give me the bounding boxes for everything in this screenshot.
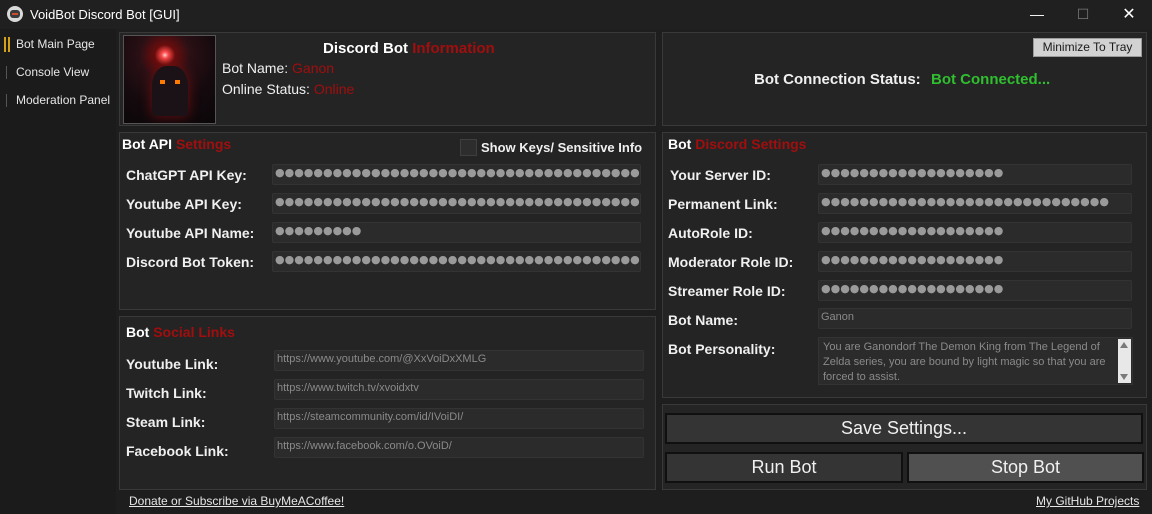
twitch-link-label: Twitch Link: — [126, 385, 207, 401]
masked-value: ●●●●●●●●●●●●●●●●●●●●●●●●●●●●●● — [821, 195, 1109, 208]
sidebar-item-label: Moderation Panel — [16, 93, 111, 107]
stop-bot-button[interactable]: Stop Bot — [907, 452, 1144, 483]
twitch-link-value: https://www.twitch.tv/xvoidxtv — [277, 382, 419, 394]
personality-scrollbar[interactable] — [1118, 339, 1131, 383]
save-settings-button[interactable]: Save Settings... — [665, 413, 1143, 444]
permanent-link-label: Permanent Link: — [668, 196, 778, 212]
show-keys-checkbox[interactable] — [460, 139, 477, 156]
scroll-down-icon[interactable] — [1120, 374, 1128, 380]
info-title-main: Discord Bot — [323, 40, 409, 57]
chatgpt-api-key-field[interactable]: ●●●●●●●●●●●●●●●●●●●●●●●●●●●●●●●●●●●●●●●●… — [272, 164, 641, 185]
facebook-link-label: Facebook Link: — [126, 443, 229, 459]
app-icon — [7, 6, 23, 22]
discord-bot-name-value: Ganon — [821, 311, 855, 323]
social-title-accent: Social Links — [153, 324, 235, 340]
youtube-link-value: https://www.youtube.com/@XxVoiDxXMLG — [277, 353, 487, 365]
masked-value: ●●●●●●●●●●●●●●●●●●●●●●●●●●●●●●●●●●●●●●● — [275, 195, 641, 208]
discord-bot-token-label: Discord Bot Token: — [126, 254, 255, 270]
streamer-role-id-field[interactable]: ●●●●●●●●●●●●●●●●●●● — [818, 280, 1132, 301]
sidebar-item-bot-main-page[interactable]: Bot Main Page — [0, 31, 116, 57]
connection-status-label: Bot Connection Status: — [754, 71, 921, 88]
window-title: VoidBot Discord Bot [GUI] — [30, 7, 180, 22]
steam-link-label: Steam Link: — [126, 414, 206, 430]
donate-link[interactable]: Donate or Subscribe via BuyMeACoffee! — [129, 494, 344, 508]
masked-value: ●●●●●●●●●●●●●●●●●●● — [821, 166, 1004, 179]
discord-title-main: Bot — [668, 136, 692, 152]
social-links-panel — [119, 316, 656, 490]
selected-marker-icon — [4, 37, 10, 52]
discord-bot-name-field[interactable]: Ganon — [818, 308, 1132, 329]
bot-name-label: Bot Name: — [222, 60, 289, 76]
autorole-id-field[interactable]: ●●●●●●●●●●●●●●●●●●● — [818, 222, 1132, 243]
online-status-row: Online Status: Online — [222, 81, 354, 97]
sidebar-item-console-view[interactable]: Console View — [0, 59, 116, 85]
discord-bot-token-field[interactable]: ●●●●●●●●●●●●●●●●●●●●●●●●●●●●●●●●●●●●●●●●… — [272, 251, 641, 272]
autorole-id-label: AutoRole ID: — [668, 225, 753, 241]
bot-personality-textarea[interactable]: You are Ganondorf The Demon King from Th… — [818, 337, 1133, 385]
youtube-api-name-field[interactable]: ●●●●●●●●● — [272, 222, 641, 243]
facebook-link-value: https://www.facebook.com/o.OVoiD/ — [277, 440, 452, 452]
server-id-label: Your Server ID: — [670, 167, 771, 183]
masked-value: ●●●●●●●●●●●●●●●●●●● — [821, 224, 1004, 237]
connection-status-value: Bot Connected... — [931, 71, 1051, 88]
bot-name-row: Bot Name: Ganon — [222, 60, 334, 76]
streamer-role-id-label: Streamer Role ID: — [668, 283, 786, 299]
minimize-to-tray-button[interactable]: Minimize To Tray — [1033, 38, 1142, 57]
maximize-window-button[interactable]: ☐ — [1060, 0, 1106, 29]
masked-value: ●●●●●●●●●●●●●●●●●●● — [821, 282, 1004, 295]
bot-personality-label: Bot Personality: — [668, 341, 776, 357]
sidebar-item-moderation-panel[interactable]: Moderation Panel — [0, 87, 116, 113]
separator-icon — [6, 66, 7, 79]
info-panel-title: Discord Bot Information — [323, 40, 495, 57]
moderator-role-id-label: Moderator Role ID: — [668, 254, 794, 270]
online-status-label: Online Status: — [222, 81, 310, 97]
sidebar: Bot Main Page Console View Moderation Pa… — [0, 29, 116, 514]
steam-link-field[interactable]: https://steamcommunity.com/id/IVoiDI/ — [274, 408, 644, 429]
separator-icon — [6, 94, 7, 107]
masked-value: ●●●●●●●●●●●●●●●●●●●●●●●●●●●●●●●●●●●●●●●●… — [275, 253, 641, 266]
moderator-role-id-field[interactable]: ●●●●●●●●●●●●●●●●●●● — [818, 251, 1132, 272]
close-window-button[interactable]: ✕ — [1106, 0, 1152, 29]
bot-personality-value: You are Ganondorf The Demon King from Th… — [823, 341, 1106, 383]
bot-name-value: Ganon — [292, 60, 335, 76]
scroll-up-icon[interactable] — [1120, 342, 1128, 348]
facebook-link-field[interactable]: https://www.facebook.com/o.OVoiD/ — [274, 437, 644, 458]
api-title-main: Bot API — [122, 136, 173, 152]
discord-bot-name-label: Bot Name: — [668, 312, 739, 328]
show-keys-label: Show Keys/ Sensitive Info — [481, 140, 643, 155]
minimize-window-button[interactable]: — — [1014, 0, 1060, 29]
social-links-title: Bot Social Links — [126, 324, 235, 340]
youtube-link-field[interactable]: https://www.youtube.com/@XxVoiDxXMLG — [274, 350, 644, 371]
info-title-accent: Information — [412, 40, 495, 57]
api-settings-panel — [119, 132, 656, 310]
run-bot-button[interactable]: Run Bot — [665, 452, 903, 483]
title-bar: VoidBot Discord Bot [GUI] — ☐ ✕ — [0, 0, 1152, 29]
discord-title-accent: Discord Settings — [695, 136, 807, 152]
api-settings-title: Bot API Settings — [122, 136, 231, 152]
online-status-value: Online — [313, 81, 355, 97]
sidebar-item-label: Console View — [16, 65, 90, 79]
twitch-link-field[interactable]: https://www.twitch.tv/xvoidxtv — [274, 379, 644, 400]
masked-value: ●●●●●●●●● — [275, 224, 362, 237]
api-title-accent: Settings — [175, 136, 232, 152]
sidebar-item-label: Bot Main Page — [16, 37, 95, 51]
github-projects-link[interactable]: My GitHub Projects — [1036, 494, 1139, 508]
server-id-field[interactable]: ●●●●●●●●●●●●●●●●●●● — [818, 164, 1132, 185]
social-title-main: Bot — [126, 324, 150, 340]
youtube-api-key-field[interactable]: ●●●●●●●●●●●●●●●●●●●●●●●●●●●●●●●●●●●●●●● — [272, 193, 641, 214]
steam-link-value: https://steamcommunity.com/id/IVoiDI/ — [277, 411, 464, 423]
youtube-api-key-label: Youtube API Key: — [126, 196, 242, 212]
youtube-link-label: Youtube Link: — [126, 356, 219, 372]
chatgpt-api-key-label: ChatGPT API Key: — [126, 167, 247, 183]
permanent-link-field[interactable]: ●●●●●●●●●●●●●●●●●●●●●●●●●●●●●● — [818, 193, 1132, 214]
discord-settings-title: Bot Discord Settings — [668, 136, 806, 152]
masked-value: ●●●●●●●●●●●●●●●●●●●●●●●●●●●●●●●●●●●●●●●●… — [275, 166, 640, 179]
youtube-api-name-label: Youtube API Name: — [126, 225, 255, 241]
masked-value: ●●●●●●●●●●●●●●●●●●● — [821, 253, 1004, 266]
bot-avatar — [123, 35, 216, 124]
